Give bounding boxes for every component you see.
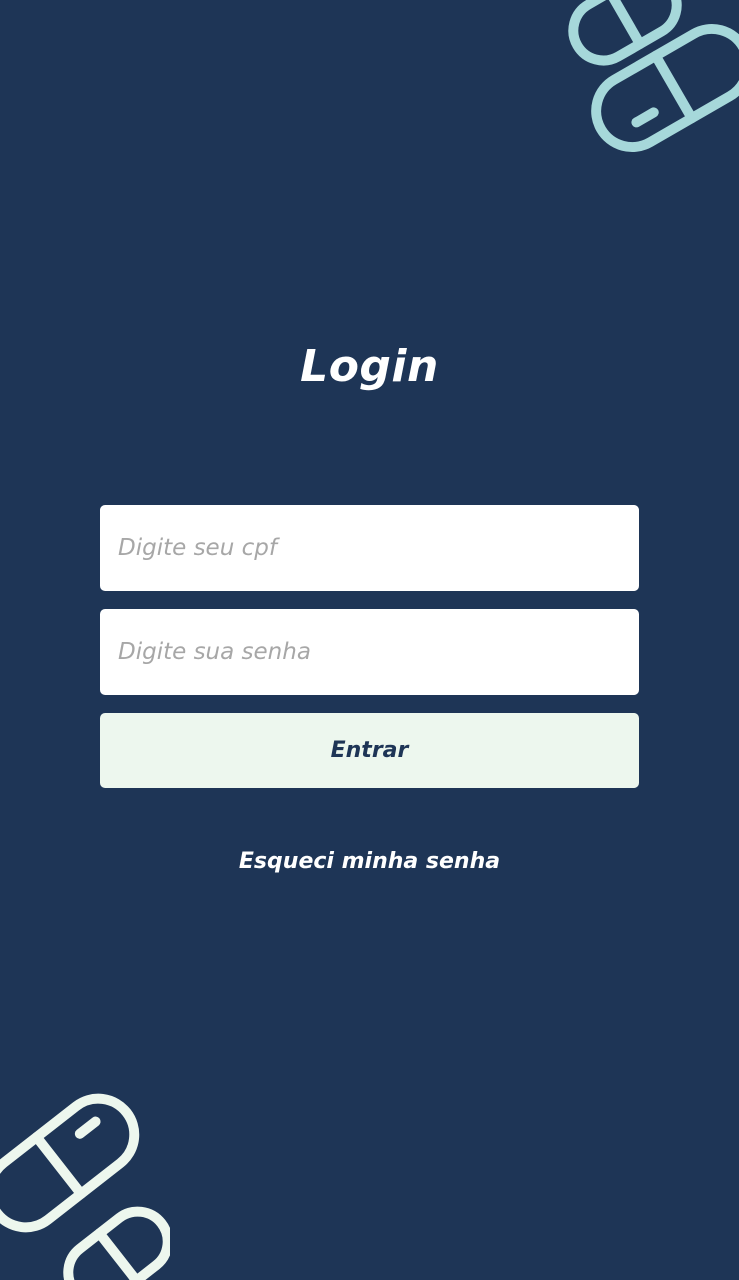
- login-screen: Login Entrar Esqueci minha senha: [0, 0, 739, 1280]
- page-title: Login: [300, 341, 439, 392]
- login-button[interactable]: Entrar: [100, 713, 639, 788]
- forgot-password-link[interactable]: Esqueci minha senha: [0, 845, 739, 879]
- pill-capsule-icon: [568, 0, 739, 152]
- cpf-input[interactable]: [100, 505, 639, 591]
- pill-capsule-icon: [0, 1093, 170, 1280]
- password-input[interactable]: [100, 609, 639, 695]
